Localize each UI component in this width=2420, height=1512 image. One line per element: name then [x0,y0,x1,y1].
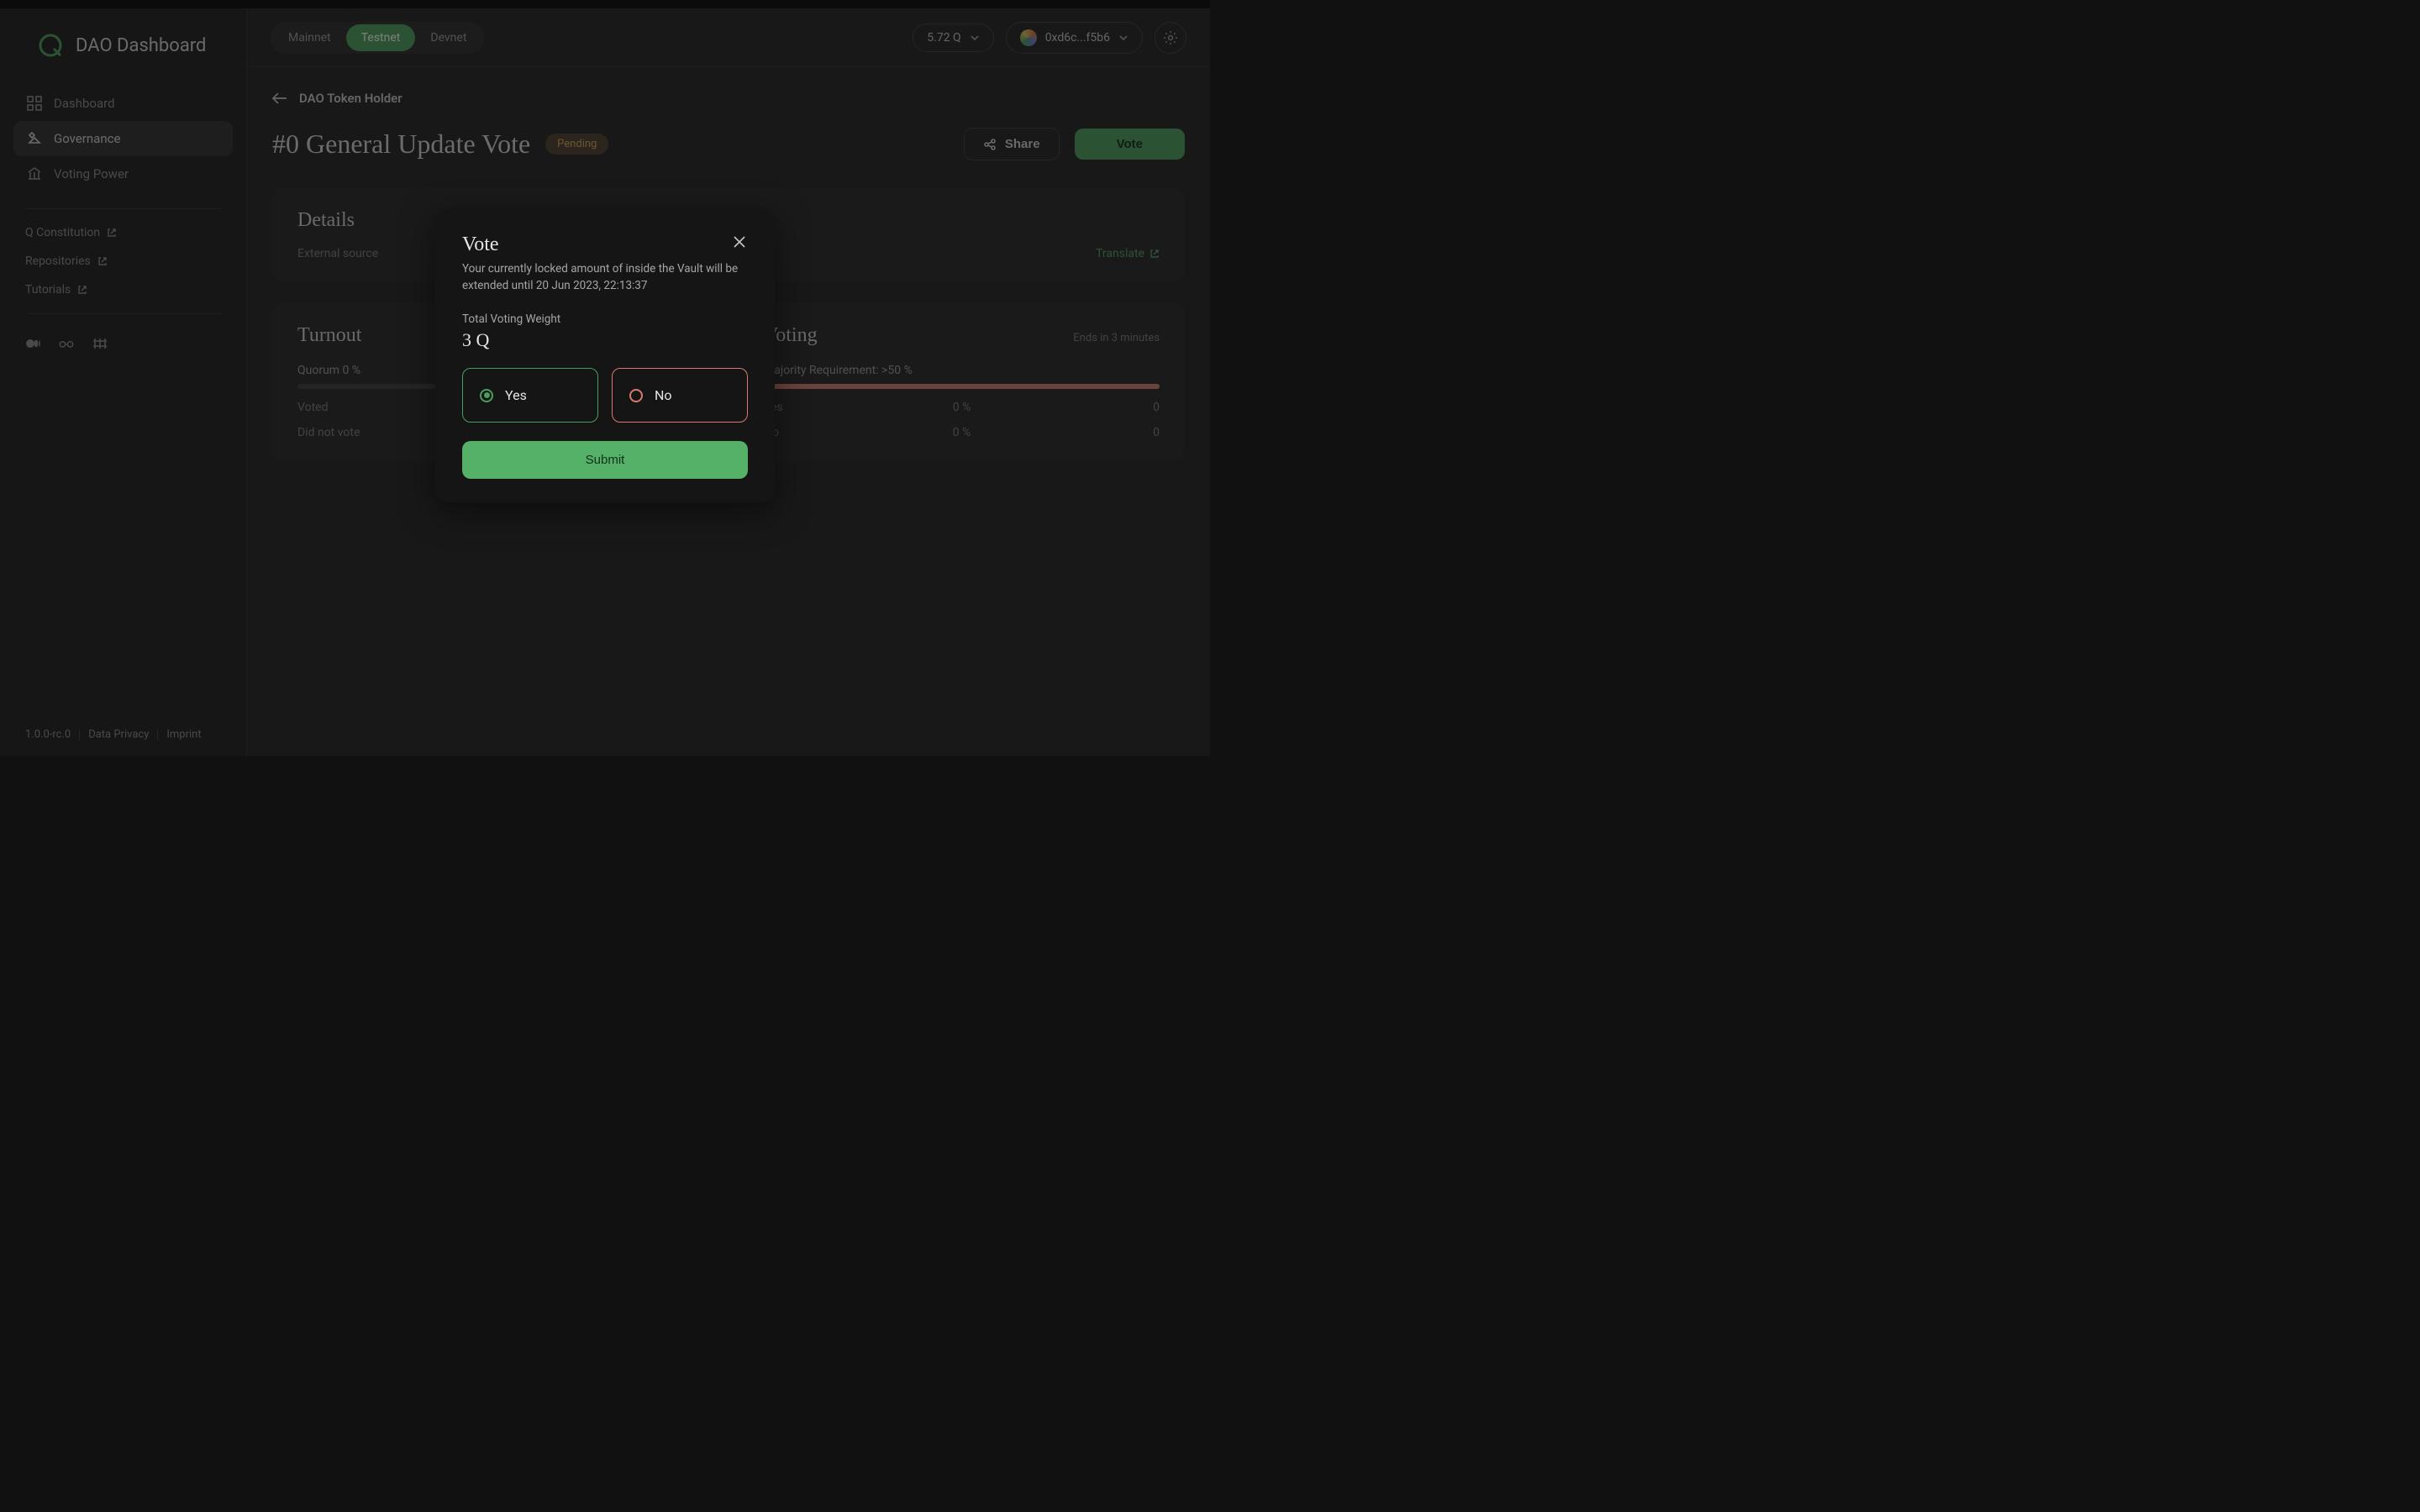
radio-selected-icon [480,389,493,402]
vote-option-yes[interactable]: Yes [462,368,598,423]
vote-yes-label: Yes [505,387,527,403]
close-button[interactable] [731,234,748,250]
vote-option-no[interactable]: No [612,368,748,423]
modal-description: Your currently locked amount of inside t… [462,261,748,294]
vote-options: Yes No [462,368,748,423]
submit-button[interactable]: Submit [462,441,748,479]
radio-unselected-icon [629,389,643,402]
weight-value: 3 Q [462,329,748,351]
weight-label: Total Voting Weight [462,312,748,326]
modal-overlay[interactable]: Vote Your currently locked amount of ins… [0,0,1210,756]
vote-modal: Vote Your currently locked amount of ins… [435,210,775,502]
vote-no-label: No [655,387,672,403]
modal-title: Vote [462,234,499,256]
close-icon [733,235,746,249]
